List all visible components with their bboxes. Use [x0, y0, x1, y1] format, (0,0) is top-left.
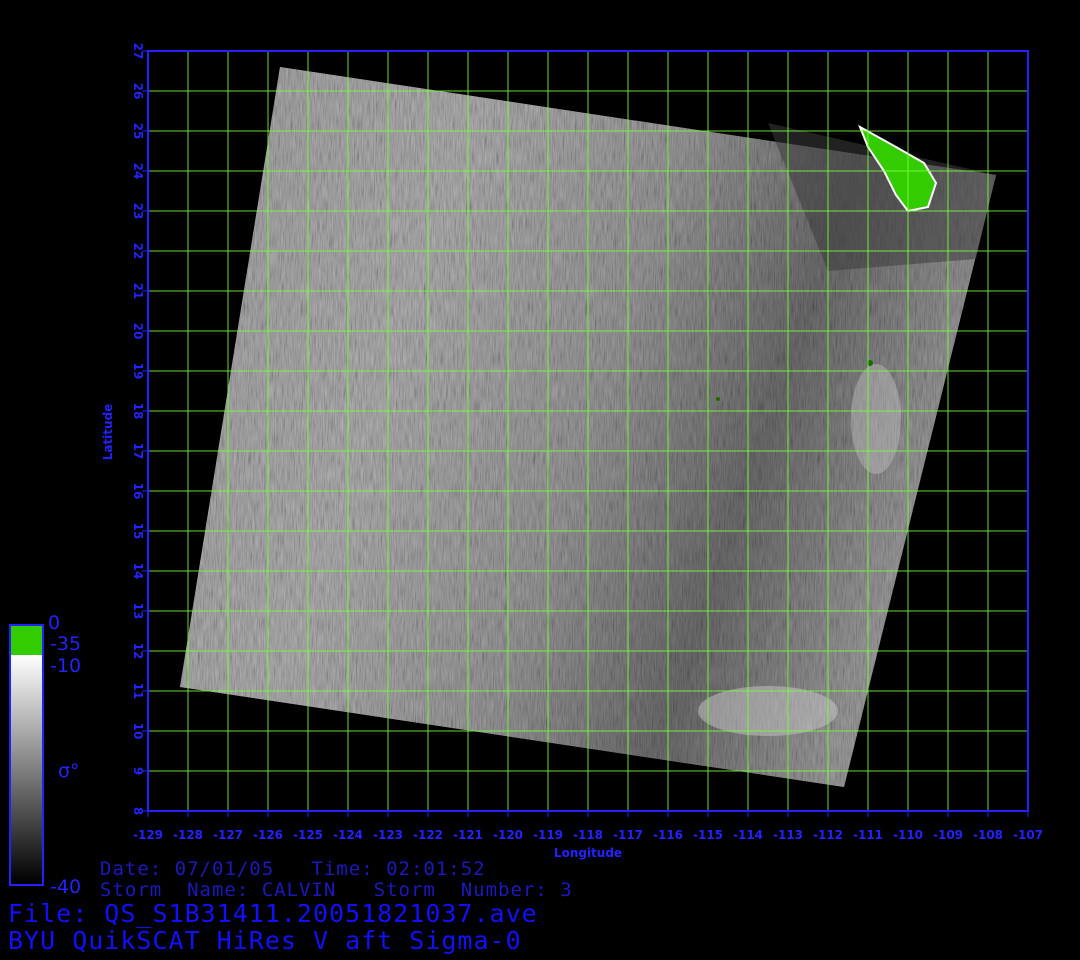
y-tick-label: 17 — [131, 443, 145, 460]
y-tick-label: 11 — [131, 683, 145, 700]
file-line: File: QS_S1B31411.20051821037.ave — [8, 899, 538, 928]
colorbar-top-label: 0 — [48, 612, 61, 634]
y-axis-title: Latitude — [101, 404, 115, 461]
x-tick-label: -108 — [973, 828, 1003, 842]
y-tick-label: 24 — [131, 163, 145, 180]
x-tick-label: -123 — [373, 828, 403, 842]
y-tick-label: 12 — [131, 643, 145, 660]
colorbar-high-label: -10 — [50, 655, 82, 677]
product-line: BYU QuikSCAT HiRes V aft Sigma-0 — [8, 926, 522, 955]
y-tick-label: 14 — [131, 563, 145, 580]
x-tick-label: -111 — [853, 828, 883, 842]
y-tick-label: 9 — [131, 767, 145, 775]
y-tick-label: 19 — [131, 363, 145, 380]
x-tick-label: -122 — [413, 828, 443, 842]
x-tick-label: -119 — [533, 828, 563, 842]
x-tick-label: -117 — [613, 828, 643, 842]
x-tick-label: -114 — [733, 828, 763, 842]
y-tick-label: 8 — [131, 807, 145, 815]
colorbar-gradient — [10, 655, 43, 883]
x-tick-label: -109 — [933, 828, 963, 842]
x-tick-label: -129 — [133, 828, 163, 842]
date-time-line: Date: 07/01/05 Time: 02:01:52 — [100, 858, 486, 880]
y-tick-label: 16 — [131, 483, 145, 500]
x-tick-label: -121 — [453, 828, 483, 842]
colorbar-land-label: -35 — [50, 633, 82, 655]
sigma0-map: -129 -128 -127 -126 -125 -124 -123 -122 -121 -120… — [9, 43, 1043, 886]
x-tick-label: -128 — [173, 828, 203, 842]
x-tick-labels: -129 -128 -127 -126 -125 -124 -123 -122 -121 -120… — [133, 811, 1043, 842]
x-tick-label: -127 — [213, 828, 243, 842]
x-tick-label: -113 — [773, 828, 803, 842]
x-tick-label: -116 — [653, 828, 683, 842]
x-tick-label: -118 — [573, 828, 603, 842]
y-tick-label: 15 — [131, 523, 145, 540]
y-tick-label: 18 — [131, 403, 145, 420]
colorbar-low-label: -40 — [50, 876, 82, 898]
x-axis-title: Longitude — [554, 846, 622, 860]
x-tick-label: -115 — [693, 828, 723, 842]
y-tick-label: 13 — [131, 603, 145, 620]
y-tick-label: 22 — [131, 243, 145, 260]
bright-wind-patch — [851, 364, 901, 474]
island-clarion — [716, 397, 720, 401]
colorbar-land-segment — [10, 625, 43, 655]
y-tick-label: 10 — [131, 723, 145, 740]
y-tick-label: 21 — [131, 283, 145, 300]
bright-wind-patch — [698, 686, 838, 736]
y-tick-labels: 8 9 10 11 12 13 14 15 16 17 18 19 20 21 22 23 24 25 26 27 — [131, 43, 148, 815]
x-tick-label: -107 — [1013, 828, 1043, 842]
x-tick-label: -120 — [493, 828, 523, 842]
x-tick-label: -126 — [253, 828, 283, 842]
y-tick-label: 26 — [131, 83, 145, 100]
x-tick-label: -110 — [893, 828, 923, 842]
colorbar — [9, 624, 44, 886]
y-tick-label: 27 — [131, 43, 145, 60]
y-tick-label: 25 — [131, 123, 145, 140]
y-tick-label: 23 — [131, 203, 145, 220]
x-tick-label: -124 — [333, 828, 363, 842]
y-tick-label: 20 — [131, 323, 145, 340]
x-tick-label: -112 — [813, 828, 843, 842]
x-tick-label: -125 — [293, 828, 323, 842]
storm-line: Storm Name: CALVIN Storm Number: 3 — [100, 879, 573, 901]
sigma-symbol: σ° — [58, 760, 80, 782]
